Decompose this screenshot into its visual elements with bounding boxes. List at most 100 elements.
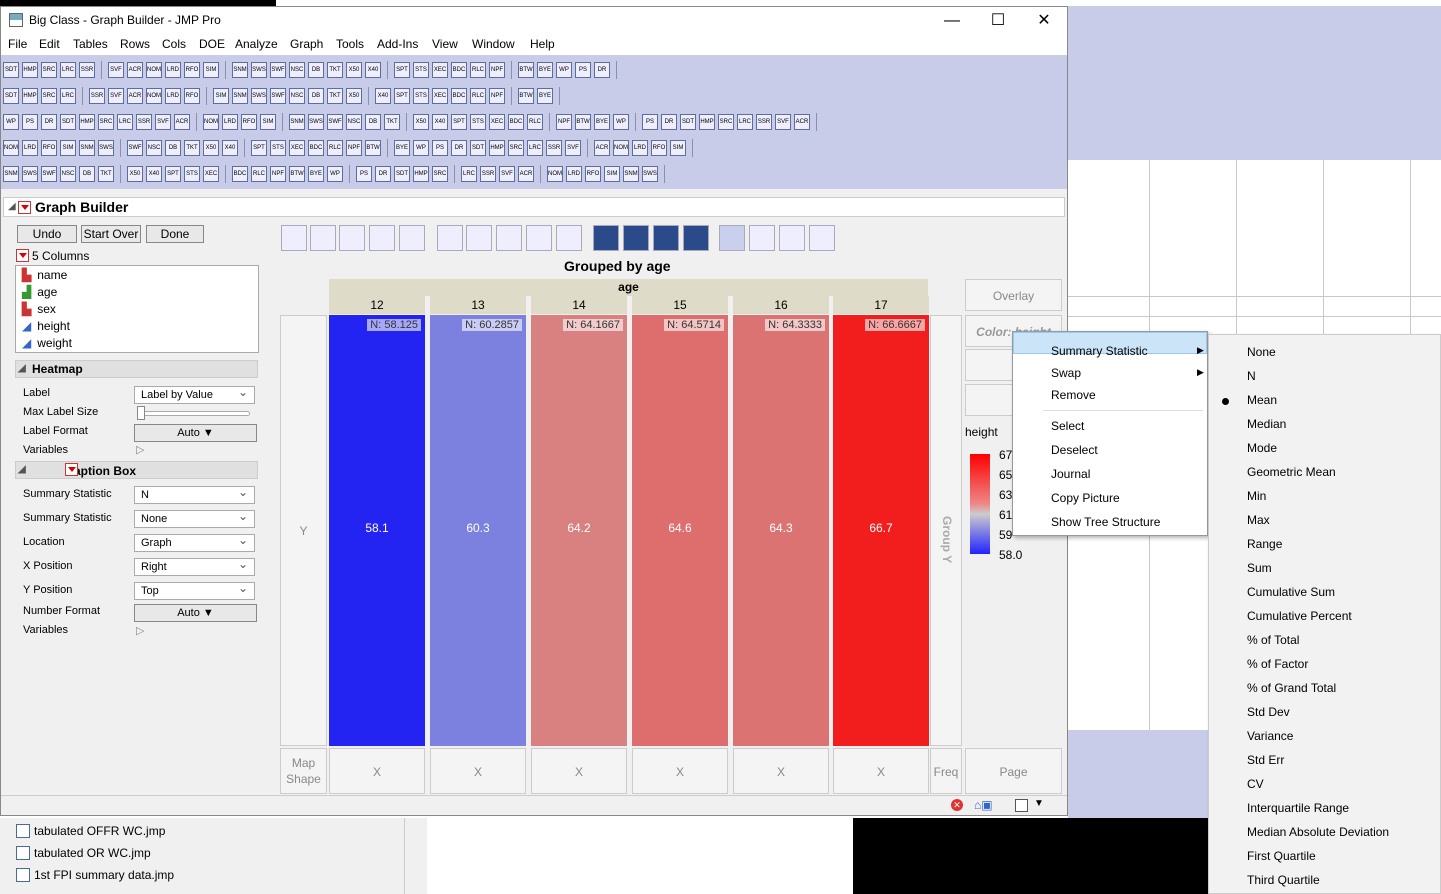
start-over-button[interactable]: Start Over — [81, 225, 141, 243]
heatmap-cell[interactable]: N: 64.3333 64.3 — [733, 315, 829, 746]
menu-analyze[interactable]: Analyze — [235, 37, 278, 51]
toolbar-button-icon[interactable]: HMP — [699, 114, 715, 130]
toolbar-button-icon[interactable]: PS — [356, 166, 372, 182]
toolbar-button-icon[interactable]: LRC — [461, 166, 477, 182]
toolbar-button-icon[interactable]: WP — [613, 114, 629, 130]
toolbar-button-icon[interactable]: NPF — [489, 88, 505, 104]
toolbar-button-icon[interactable]: SNM — [623, 166, 639, 182]
toolbar-button-icon[interactable]: SVF — [155, 114, 171, 130]
column-item-sex[interactable]: ▙ sex — [22, 302, 56, 316]
column-item-name[interactable]: ▙ name — [22, 268, 67, 282]
toolbar-button-icon[interactable]: DB — [365, 114, 381, 130]
toolbar-button-icon[interactable]: RFO — [184, 62, 200, 78]
submenu-item[interactable]: Min — [1247, 489, 1266, 503]
toolbar-button-icon[interactable]: XEC — [432, 62, 448, 78]
toolbar-button-icon[interactable]: LRD — [632, 140, 648, 156]
toolbar-button-icon[interactable]: X50 — [413, 114, 429, 130]
toolbar-button-icon[interactable]: WP — [327, 166, 343, 182]
collapse-icon[interactable]: ◢ — [18, 462, 26, 478]
toolbar-button-icon[interactable]: BYE — [308, 166, 324, 182]
interval-drop-zone[interactable] — [965, 384, 1013, 416]
file-item[interactable]: 1st FPI summary data.jmp — [16, 868, 174, 882]
menu-cols[interactable]: Cols — [162, 37, 186, 51]
toolbar-button-icon[interactable]: TKT — [184, 140, 200, 156]
x-position-select[interactable]: Right — [134, 556, 255, 576]
menu-file[interactable]: File — [8, 37, 27, 51]
undo-button[interactable]: Undo — [17, 225, 77, 243]
submenu-item[interactable]: Third Quartile — [1247, 873, 1320, 887]
heatmap-cell[interactable]: N: 66.6667 66.7 — [833, 315, 929, 746]
menu-tables[interactable]: Tables — [73, 37, 108, 51]
submenu-item[interactable]: N — [1247, 369, 1256, 383]
toolbar-button-icon[interactable]: SDT — [394, 166, 410, 182]
graph-element-icon[interactable] — [809, 225, 835, 251]
toolbar-button-icon[interactable]: SVF — [565, 140, 581, 156]
toolbar-button-icon[interactable]: LRD — [566, 166, 582, 182]
columns-menu-icon[interactable] — [16, 249, 29, 262]
x-drop-zone[interactable]: X — [531, 748, 627, 794]
graph-element-icon[interactable] — [369, 225, 395, 251]
toolbar-button-icon[interactable]: DB — [308, 62, 324, 78]
toolbar-button-icon[interactable]: SDT — [470, 140, 486, 156]
toolbar-button-icon[interactable]: BTW — [289, 166, 305, 182]
context-menu-item[interactable]: Journal — [1051, 467, 1090, 481]
toolbar-button-icon[interactable]: RLC — [327, 140, 343, 156]
context-menu-item[interactable]: Deselect — [1051, 443, 1098, 457]
toolbar-button-icon[interactable]: XEC — [489, 114, 505, 130]
toolbar-button-icon[interactable]: BTW — [365, 140, 381, 156]
graph-element-icon[interactable] — [779, 225, 805, 251]
minimize-button[interactable]: — — [929, 7, 975, 35]
max-label-size-slider[interactable] — [138, 411, 250, 416]
context-menu-item[interactable]: Remove — [1051, 388, 1096, 402]
toolbar-button-icon[interactable]: LRD — [222, 114, 238, 130]
toolbar-button-icon[interactable]: SNM — [3, 166, 19, 182]
toolbar-button-icon[interactable]: LRC — [737, 114, 753, 130]
submenu-item[interactable]: Std Dev — [1247, 705, 1290, 719]
toolbar-button-icon[interactable]: SRC — [508, 140, 524, 156]
submenu-item[interactable]: First Quartile — [1247, 849, 1316, 863]
submenu-item[interactable]: Sum — [1247, 561, 1272, 575]
toolbar-button-icon[interactable]: SRC — [41, 62, 57, 78]
toolbar-button-icon[interactable]: NSC — [146, 140, 162, 156]
red-triangle-menu-icon[interactable] — [18, 201, 31, 214]
toolbar-button-icon[interactable]: X40 — [222, 140, 238, 156]
toolbar-button-icon[interactable]: HMP — [22, 88, 38, 104]
toolbar-button-icon[interactable]: X40 — [365, 62, 381, 78]
toolbar-button-icon[interactable]: HMP — [413, 166, 429, 182]
toolbar-button-icon[interactable]: ACR — [794, 114, 810, 130]
graph-element-icon[interactable] — [399, 225, 425, 251]
submenu-item[interactable]: Cumulative Percent — [1247, 609, 1352, 623]
toolbar-button-icon[interactable]: X50 — [127, 166, 143, 182]
menu-doe[interactable]: DOE — [199, 37, 225, 51]
graph-element-icon[interactable] — [496, 225, 522, 251]
heatmap-cell[interactable]: N: 64.5714 64.6 — [632, 315, 728, 746]
context-menu-item[interactable]: Select — [1051, 419, 1084, 433]
graph-element-icon[interactable] — [653, 225, 679, 251]
toolbar-button-icon[interactable]: SDT — [3, 88, 19, 104]
caption-box-section-header[interactable]: ◢ Caption Box — [15, 461, 258, 479]
toolbar-button-icon[interactable]: SWS — [98, 140, 114, 156]
context-menu-item[interactable]: Summary Statistic — [1051, 344, 1148, 358]
graph-element-icon[interactable] — [719, 225, 745, 251]
toolbar-button-icon[interactable]: SNM — [289, 114, 305, 130]
submenu-item[interactable]: % of Total — [1247, 633, 1299, 647]
toolbar-button-icon[interactable]: NOM — [146, 62, 162, 78]
menu-view[interactable]: View — [432, 37, 458, 51]
freq-drop-zone[interactable]: Freq — [930, 748, 962, 794]
toolbar-button-icon[interactable]: SSR — [756, 114, 772, 130]
toolbar-button-icon[interactable]: SVF — [499, 166, 515, 182]
toolbar-button-icon[interactable]: SRC — [718, 114, 734, 130]
toolbar-button-icon[interactable]: SSR — [79, 62, 95, 78]
toolbar-button-icon[interactable]: HMP — [489, 140, 505, 156]
graph-element-icon[interactable] — [623, 225, 649, 251]
group-y-drop-zone[interactable]: Group Y — [930, 315, 962, 746]
toolbar-button-icon[interactable]: LRC — [60, 62, 76, 78]
submenu-item[interactable]: Mean — [1247, 393, 1277, 407]
summary-statistic-select[interactable]: N — [134, 484, 255, 504]
toolbar-button-icon[interactable]: SIM — [213, 88, 229, 104]
y-position-select[interactable]: Top — [134, 580, 255, 600]
toolbar-button-icon[interactable]: BDC — [451, 62, 467, 78]
column-item-age[interactable]: ▟ age — [22, 285, 57, 299]
submenu-item[interactable]: Geometric Mean — [1247, 465, 1336, 479]
toolbar-button-icon[interactable]: SVF — [775, 114, 791, 130]
